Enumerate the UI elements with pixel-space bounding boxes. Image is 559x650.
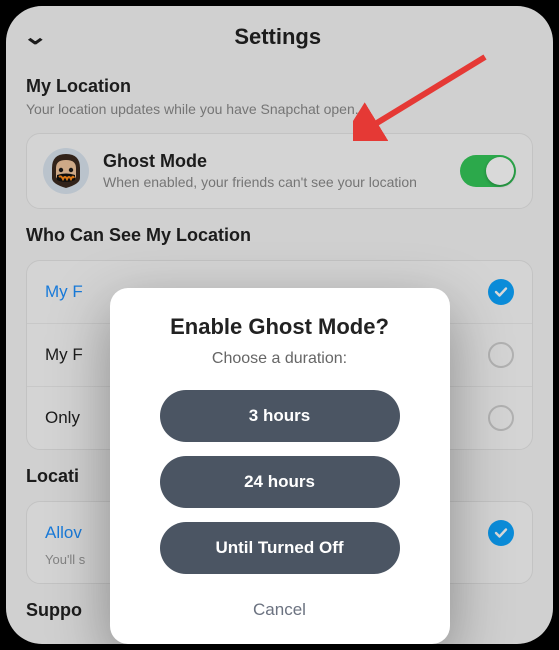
settings-screen: ⌄ Settings My Location Your location upd… <box>6 6 553 644</box>
duration-until-off-button[interactable]: Until Turned Off <box>160 522 400 574</box>
ghost-mode-modal: Enable Ghost Mode? Choose a duration: 3 … <box>110 288 450 644</box>
duration-24hours-button[interactable]: 24 hours <box>160 456 400 508</box>
modal-title: Enable Ghost Mode? <box>136 314 424 340</box>
cancel-button[interactable]: Cancel <box>136 592 424 628</box>
duration-3hours-button[interactable]: 3 hours <box>160 390 400 442</box>
modal-subtitle: Choose a duration: <box>136 350 424 368</box>
